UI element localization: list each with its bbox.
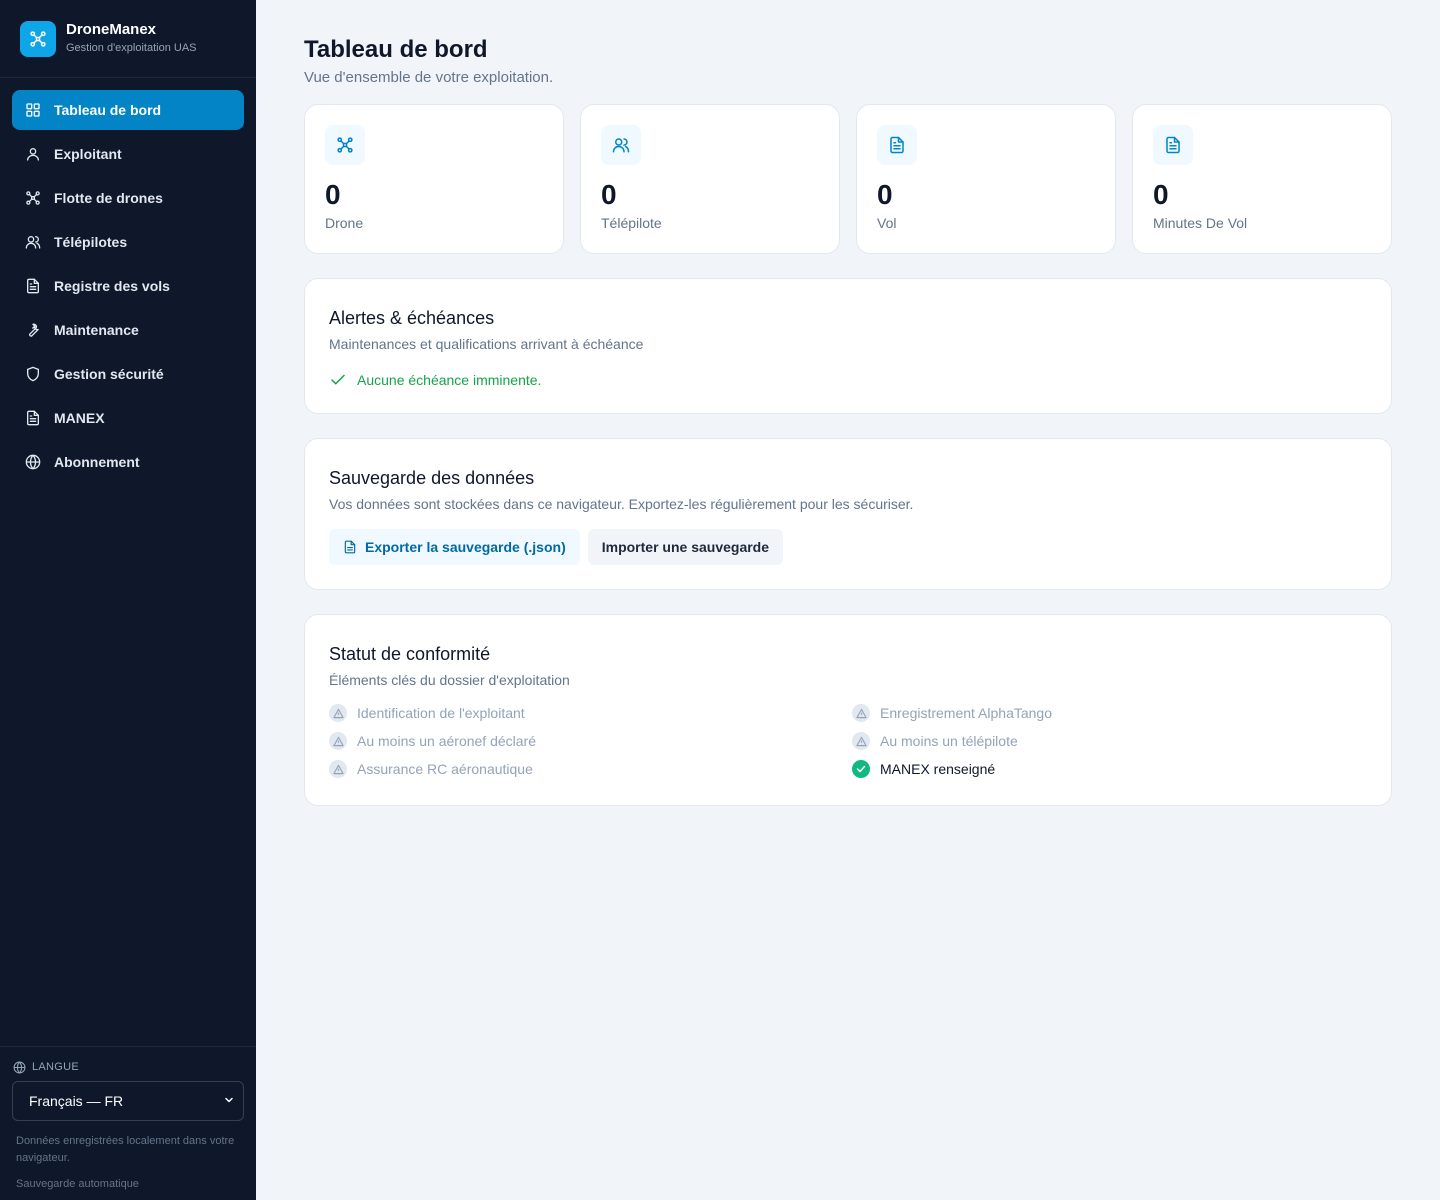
compliance-title: Statut de conformité <box>329 644 491 664</box>
compliance-item: Assurance RC aéronautique <box>329 759 852 779</box>
language-select[interactable]: Français — FR <box>12 1081 244 1121</box>
user-icon <box>25 146 41 162</box>
users-icon <box>25 234 41 250</box>
stat-value: 0 <box>877 179 893 210</box>
main-nav: Tableau de bord Exploitant Flotte de dro… <box>0 78 256 498</box>
language-select-value: Français — FR <box>29 1093 124 1109</box>
drone-icon <box>25 190 41 206</box>
import-backup-button[interactable]: Importer une sauvegarde <box>587 529 784 565</box>
language-label: LANGUE <box>12 1059 244 1075</box>
globe-icon <box>25 454 41 470</box>
alerts-status-text: Aucune échéance imminente. <box>357 372 542 388</box>
nav-label: Abonnement <box>54 454 140 470</box>
chevron-down-icon <box>223 1093 235 1109</box>
grid-icon <box>25 102 41 118</box>
stat-label: Minutes De Vol <box>1153 215 1248 231</box>
alerts-title: Alertes & échéances <box>329 308 495 328</box>
nav-label: Gestion sécurité <box>54 366 164 382</box>
nav-item-manex[interactable]: MANEX <box>12 398 244 438</box>
export-backup-label: Exporter la sauvegarde (.json) <box>365 539 566 555</box>
backup-actions: Exporter la sauvegarde (.json) Importer … <box>329 529 1367 565</box>
stat-value: 0 <box>1153 179 1169 210</box>
backup-title: Sauvegarde des données <box>329 468 535 488</box>
nav-label: Registre des vols <box>54 278 170 294</box>
compliance-item: MANEX renseigné <box>852 759 1352 779</box>
document-icon <box>1153 125 1193 165</box>
nav-item-exploitant[interactable]: Exploitant <box>12 134 244 174</box>
warning-icon <box>852 732 870 750</box>
compliance-description: Éléments clés du dossier d'exploitation <box>329 672 570 688</box>
stat-label: Vol <box>877 215 897 231</box>
warning-icon <box>852 704 870 722</box>
drone-icon <box>325 125 365 165</box>
nav-item-pilots[interactable]: Télépilotes <box>12 222 244 262</box>
main-content: Tableau de bord Vue d'ensemble de votre … <box>304 36 1392 806</box>
stat-card-flight-minutes: 0 Minutes De Vol <box>1132 104 1392 254</box>
warning-icon <box>329 704 347 722</box>
import-backup-label: Importer une sauvegarde <box>601 539 770 555</box>
document-icon <box>343 540 357 554</box>
users-icon <box>601 125 641 165</box>
stat-label: Drone <box>325 215 364 231</box>
autosave-note: Sauvegarde automatique <box>16 1178 139 1190</box>
brand-name: DroneManex <box>66 21 157 38</box>
nav-label: Tableau de bord <box>54 102 162 118</box>
page-title: Tableau de bord <box>304 36 488 63</box>
compliance-item: Au moins un télépilote <box>852 731 1352 751</box>
nav-item-safety[interactable]: Gestion sécurité <box>12 354 244 394</box>
storage-note: Données enregistrées localement dans vot… <box>16 1135 235 1164</box>
sidebar: DroneManex Gestion d'exploitation UAS Ta… <box>0 0 256 1200</box>
alerts-description: Maintenances et qualifications arrivant … <box>329 336 644 352</box>
nav-item-fleet[interactable]: Flotte de drones <box>12 178 244 218</box>
nav-label: Exploitant <box>54 146 122 162</box>
sidebar-footer: LANGUE Français — FR Données enregistrée… <box>0 1046 256 1200</box>
compliance-item: Au moins un aéronef déclaré <box>329 731 852 751</box>
page-subtitle: Vue d'ensemble de votre exploitation. <box>304 69 554 86</box>
nav-item-maintenance[interactable]: Maintenance <box>12 310 244 350</box>
stats-row: 0 Drone 0 Télépilote 0 Vol 0 Minutes De … <box>304 104 1392 254</box>
alerts-card: Alertes & échéances Maintenances et qual… <box>304 278 1392 414</box>
backup-description: Vos données sont stockées dans ce naviga… <box>329 496 914 512</box>
stat-label: Télépilote <box>601 215 662 231</box>
compliance-list: Identification de l'exploitant Enregistr… <box>329 703 1367 779</box>
stat-card-flights: 0 Vol <box>856 104 1116 254</box>
check-circle-icon <box>852 760 870 778</box>
nav-label: Flotte de drones <box>54 190 163 206</box>
stat-card-pilots: 0 Télépilote <box>580 104 840 254</box>
shield-icon <box>25 366 41 382</box>
stat-value: 0 <box>325 179 341 210</box>
nav-label: Maintenance <box>54 322 139 338</box>
check-icon <box>329 371 347 389</box>
compliance-item: Enregistrement AlphaTango <box>852 703 1352 723</box>
nav-label: MANEX <box>54 410 105 426</box>
nav-item-dashboard[interactable]: Tableau de bord <box>12 90 244 130</box>
warning-icon <box>329 760 347 778</box>
nav-label: Télépilotes <box>54 234 128 250</box>
export-backup-button[interactable]: Exporter la sauvegarde (.json) <box>329 529 580 565</box>
stat-card-drones: 0 Drone <box>304 104 564 254</box>
compliance-item: Identification de l'exploitant <box>329 703 852 723</box>
document-icon <box>25 278 41 294</box>
nav-item-subscription[interactable]: Abonnement <box>12 442 244 482</box>
wrench-icon <box>25 322 41 338</box>
drone-logo-icon <box>20 20 56 57</box>
alerts-status: Aucune échéance imminente. <box>329 371 1367 389</box>
document-icon <box>25 410 41 426</box>
nav-item-flight-log[interactable]: Registre des vols <box>12 266 244 306</box>
stat-value: 0 <box>601 179 617 210</box>
brand-subtitle: Gestion d'exploitation UAS <box>66 42 197 54</box>
compliance-card: Statut de conformité Éléments clés du do… <box>304 614 1392 806</box>
backup-card: Sauvegarde des données Vos données sont … <box>304 438 1392 590</box>
brand[interactable]: DroneManex Gestion d'exploitation UAS <box>0 0 256 78</box>
globe-icon <box>13 1061 26 1074</box>
warning-icon <box>329 732 347 750</box>
document-icon <box>877 125 917 165</box>
